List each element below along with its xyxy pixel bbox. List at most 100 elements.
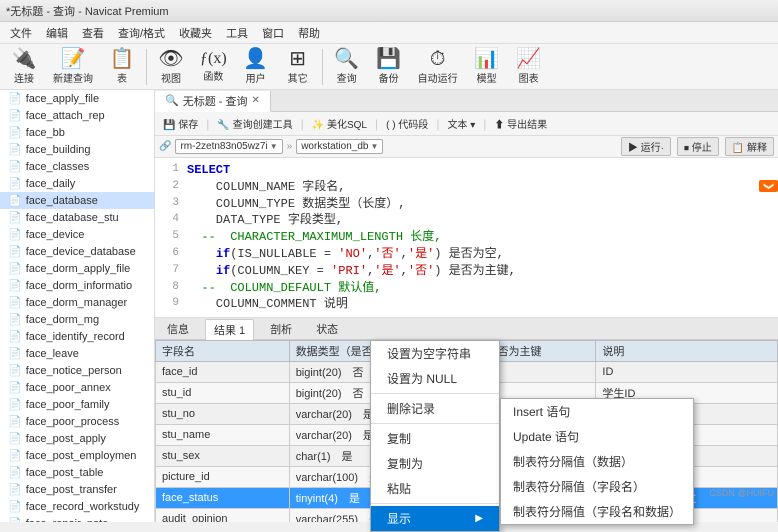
sidebar-item-dorm-apply[interactable]: 📄 face_dorm_apply_file bbox=[0, 260, 154, 277]
menu-query-format[interactable]: 查询/格式 bbox=[112, 23, 171, 43]
connect-button[interactable]: 🔌 连接 bbox=[4, 46, 44, 88]
results-tab-profile[interactable]: 剖析 bbox=[262, 319, 300, 339]
table-icon: 📄 bbox=[8, 262, 22, 275]
sidebar-item-repair-note[interactable]: 📄 face_repair_note bbox=[0, 515, 154, 522]
submenu-item-insert[interactable]: Insert 语句 bbox=[501, 399, 693, 424]
sidebar-item-notice[interactable]: 📄 face_notice_person bbox=[0, 362, 154, 379]
database-name: workstation_db bbox=[301, 141, 368, 152]
database-selector[interactable]: workstation_db ▼ bbox=[296, 139, 383, 154]
menu-file[interactable]: 文件 bbox=[4, 23, 38, 43]
sidebar-item-dorm-manager[interactable]: 📄 face_dorm_manager bbox=[0, 294, 154, 311]
connect-label: 连接 bbox=[14, 70, 34, 85]
sql-editor[interactable]: 1 SELECT 2 COLUMN_NAME 字段名, 3 COLUMN_TYP… bbox=[155, 158, 778, 318]
other-button[interactable]: ⊞ 其它 bbox=[278, 46, 318, 88]
autorun-label: 自动运行 bbox=[418, 70, 458, 85]
connection-selector[interactable]: rm-2zetn83n05wz7i ▼ bbox=[175, 139, 282, 154]
sidebar-item-poor-process[interactable]: 📄 face_poor_process bbox=[0, 413, 154, 430]
connect-icon: 🔌 bbox=[12, 49, 37, 69]
submenu-item-tsv-data[interactable]: 制表符分隔值（数据） bbox=[501, 449, 693, 474]
sidebar-item-daily[interactable]: 📄 face_daily bbox=[0, 175, 154, 192]
sql-line-3: 3 COLUMN_TYPE 数据类型（长度）, bbox=[159, 196, 774, 213]
stop-button[interactable]: ⏹ 停止 bbox=[677, 137, 719, 156]
new-query-icon: 📝 bbox=[61, 49, 86, 69]
text-mode-button[interactable]: 文本 ▾ bbox=[443, 115, 479, 132]
title-bar: *无标题 - 查询 - Navicat Premium bbox=[0, 0, 778, 22]
table-icon: 📄 bbox=[8, 466, 22, 479]
submenu-item-tsv-both[interactable]: 制表符分隔值（字段名和数据） bbox=[501, 499, 693, 524]
table-icon: 📄 bbox=[8, 398, 22, 411]
sidebar-item-identify[interactable]: 📄 face_identify_record bbox=[0, 328, 154, 345]
menu-edit[interactable]: 编辑 bbox=[40, 23, 74, 43]
sql-line-1: 1 SELECT bbox=[159, 162, 774, 179]
cell-field: stu_id bbox=[156, 383, 290, 404]
sidebar-item-leave[interactable]: 📄 face_leave bbox=[0, 345, 154, 362]
run-button[interactable]: ▶ 运行· bbox=[621, 137, 671, 156]
function-button[interactable]: ƒ(x) 函数 bbox=[193, 48, 234, 86]
function-label: 函数 bbox=[203, 68, 223, 83]
view-button[interactable]: 👁 视图 bbox=[151, 46, 191, 88]
menu-help[interactable]: 帮助 bbox=[292, 23, 326, 43]
sidebar-item-post-table[interactable]: 📄 face_post_table bbox=[0, 464, 154, 481]
backup-button[interactable]: 💾 备份 bbox=[369, 46, 409, 88]
query-builder-button[interactable]: 🔧 查询创建工具 bbox=[213, 115, 296, 132]
menu-tools[interactable]: 工具 bbox=[220, 23, 254, 43]
right-hint-tab[interactable]: ❯ bbox=[759, 180, 778, 192]
cell-desc: ID bbox=[596, 362, 778, 383]
sidebar-item-bb[interactable]: 📄 face_bb bbox=[0, 124, 154, 141]
sidebar-item-poor-family[interactable]: 📄 face_poor_family bbox=[0, 396, 154, 413]
query-label: 查询 bbox=[337, 70, 357, 85]
ctx-set-null[interactable]: 设置为 NULL bbox=[371, 366, 499, 391]
sql-line-7: 7 if(COLUMN_KEY = 'PRI','是','否') 是否为主键, bbox=[159, 263, 774, 280]
results-tab-status[interactable]: 状态 bbox=[308, 319, 346, 339]
autorun-button[interactable]: ⏱ 自动运行 bbox=[411, 46, 465, 88]
sidebar-item-post-apply[interactable]: 📄 face_post_apply bbox=[0, 430, 154, 447]
user-icon: 👤 bbox=[243, 49, 268, 69]
sidebar-item-post-transfer[interactable]: 📄 face_post_transfer bbox=[0, 481, 154, 498]
ctx-paste[interactable]: 粘贴 bbox=[371, 476, 499, 501]
ctx-set-empty-string[interactable]: 设置为空字符串 bbox=[371, 341, 499, 366]
user-button[interactable]: 👤 用户 bbox=[236, 46, 276, 88]
model-button[interactable]: 📊 模型 bbox=[467, 46, 507, 88]
table-label: 表 bbox=[117, 70, 127, 85]
query-toolbar: 💾 保存 | 🔧 查询创建工具 | ✨ 美化SQL | ( ) 代码段 | 文本… bbox=[155, 112, 778, 136]
menu-view[interactable]: 查看 bbox=[76, 23, 110, 43]
submenu-item-update[interactable]: Update 语句 bbox=[501, 424, 693, 449]
beautify-sql-button[interactable]: ✨ 美化SQL bbox=[308, 115, 371, 132]
query-tab[interactable]: 🔍 无标题 - 查询 ✕ bbox=[155, 91, 271, 112]
connection-arrow-icon: ▼ bbox=[270, 142, 278, 151]
sidebar-item-record-workstudy[interactable]: 📄 face_record_workstudy bbox=[0, 498, 154, 515]
query-button[interactable]: 🔍 查询 bbox=[327, 46, 367, 88]
sidebar-item-device[interactable]: 📄 face_device bbox=[0, 226, 154, 243]
save-button[interactable]: 💾 保存 bbox=[159, 115, 202, 132]
explain-button[interactable]: 📋 解释 bbox=[725, 137, 774, 156]
export-results-button[interactable]: ⬆ 导出结果 bbox=[490, 115, 551, 132]
sidebar-item-dorm-mg[interactable]: 📄 face_dorm_mg bbox=[0, 311, 154, 328]
ctx-copy-as[interactable]: 复制为 bbox=[371, 451, 499, 476]
sidebar-item-apply-file[interactable]: 📄 face_apply_file bbox=[0, 90, 154, 107]
sidebar-item-attach-rep[interactable]: 📄 face_attach_rep bbox=[0, 107, 154, 124]
ctx-copy[interactable]: 复制 bbox=[371, 426, 499, 451]
sql-line-4: 4 DATA_TYPE 字段类型, bbox=[159, 212, 774, 229]
sidebar-item-post-employment[interactable]: 📄 face_post_employmen bbox=[0, 447, 154, 464]
sidebar-item-database[interactable]: 📄 face_database bbox=[0, 192, 154, 209]
submenu-item-tsv-fields[interactable]: 制表符分隔值（字段名） bbox=[501, 474, 693, 499]
table-button[interactable]: 📋 表 bbox=[102, 46, 142, 88]
results-tab-result1[interactable]: 结果 1 bbox=[205, 319, 254, 340]
ctx-display[interactable]: 显示 ▶ bbox=[371, 506, 499, 531]
sidebar-item-poor-annex[interactable]: 📄 face_poor_annex bbox=[0, 379, 154, 396]
results-tab-info[interactable]: 信息 bbox=[159, 319, 197, 339]
sidebar-item-building[interactable]: 📄 face_building bbox=[0, 141, 154, 158]
query-tab-icon: 🔍 bbox=[165, 94, 179, 107]
sidebar-item-classes[interactable]: 📄 face_classes bbox=[0, 158, 154, 175]
menu-favorites[interactable]: 收藏夹 bbox=[173, 23, 218, 43]
sidebar-item-database-stu[interactable]: 📄 face_database_stu bbox=[0, 209, 154, 226]
menu-window[interactable]: 窗口 bbox=[256, 23, 290, 43]
view-label: 视图 bbox=[161, 70, 181, 85]
code-snippet-button[interactable]: ( ) 代码段 bbox=[382, 115, 432, 132]
sidebar-item-device-database[interactable]: 📄 face_device_database bbox=[0, 243, 154, 260]
sidebar-item-dorm-info[interactable]: 📄 face_dorm_informatio bbox=[0, 277, 154, 294]
new-query-button[interactable]: 📝 新建查询 bbox=[46, 46, 100, 88]
tab-close-button[interactable]: ✕ bbox=[251, 95, 259, 106]
ctx-delete-record[interactable]: 删除记录 bbox=[371, 396, 499, 421]
chart-button[interactable]: 📈 图表 bbox=[509, 46, 549, 88]
